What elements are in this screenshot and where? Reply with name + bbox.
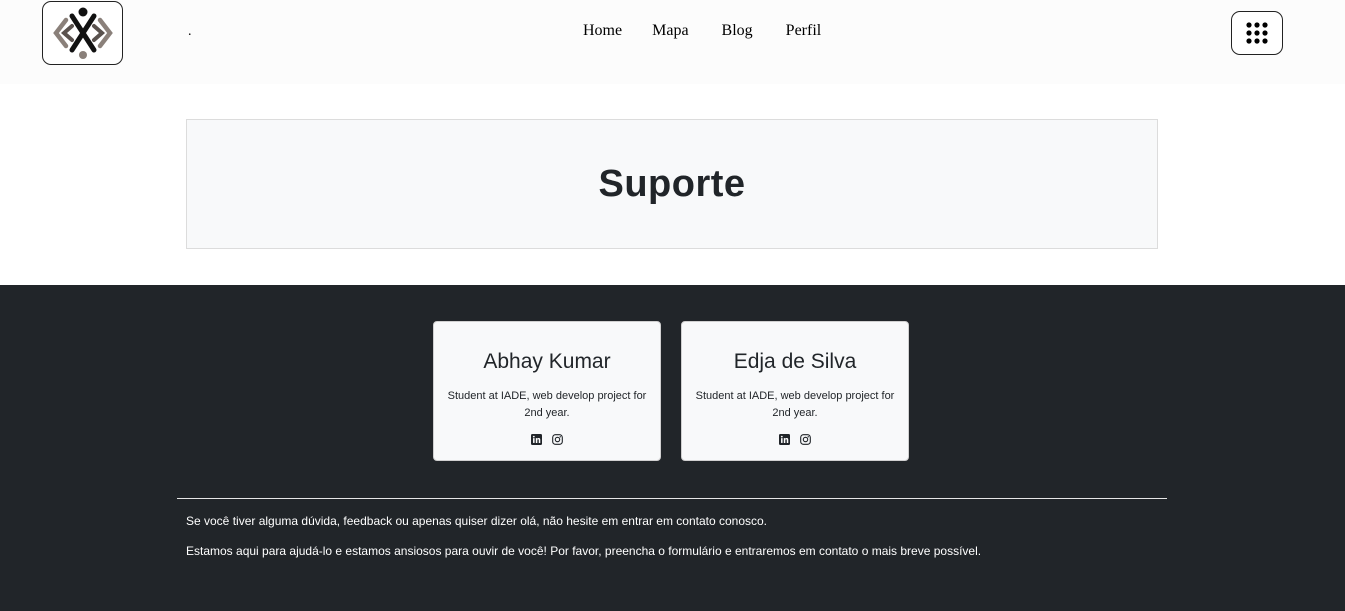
team-member-name: Abhay Kumar [483, 350, 611, 373]
team-card: Abhay Kumar Student at IADE, web develop… [433, 321, 661, 461]
social-links [682, 432, 908, 445]
footer-text: Estamos aqui para ajudá-lo e estamos ans… [186, 544, 982, 558]
social-links [434, 432, 660, 445]
nav-link-mapa[interactable]: Mapa [652, 22, 688, 40]
page-header: Suporte [186, 119, 1158, 249]
logo[interactable] [42, 1, 123, 65]
nav-link-perfil[interactable]: Perfil [786, 22, 822, 40]
team-card: Edja de Silva Student at IADE, web devel… [681, 321, 909, 461]
linkedin-icon[interactable] [531, 432, 542, 445]
nav-separator: . [188, 24, 192, 39]
grid-dots-icon [1246, 22, 1268, 44]
footer-divider [177, 498, 1167, 499]
team-member-description: Student at IADE, web develop project for… [695, 390, 895, 419]
instagram-icon[interactable] [552, 432, 563, 445]
apps-menu-button[interactable] [1231, 11, 1283, 55]
instagram-icon[interactable] [800, 432, 811, 445]
page-title: Suporte [598, 162, 746, 205]
linkedin-icon[interactable] [779, 432, 790, 445]
team-member-description: Student at IADE, web develop project for… [447, 390, 647, 419]
nav-link-blog[interactable]: Blog [722, 22, 753, 40]
logo-icon [52, 7, 113, 59]
footer: Abhay Kumar Student at IADE, web develop… [0, 285, 1345, 611]
navbar: . Home Mapa Blog Perfil [0, 0, 1345, 84]
nav-link-home[interactable]: Home [583, 22, 622, 40]
footer-text: Se você tiver alguma dúvida, feedback ou… [186, 514, 768, 528]
team-member-name: Edja de Silva [733, 350, 857, 373]
nav-links: Home Mapa Blog Perfil [583, 22, 821, 40]
